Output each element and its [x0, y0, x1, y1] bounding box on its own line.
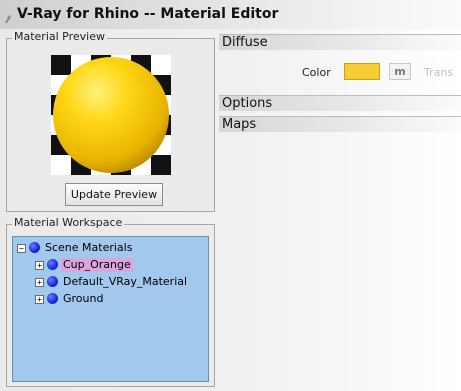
material-preview-label: Material Preview — [12, 30, 108, 43]
tree-node-default-vray-material[interactable]: + Default_VRay_Material — [35, 275, 202, 291]
maps-section-header[interactable]: Maps — [219, 116, 461, 132]
diffuse-color-label: Color — [302, 66, 331, 79]
expand-toggle[interactable]: + — [35, 295, 44, 304]
material-editor-window: V-Ray for Rhino -- Material Editor Mater… — [0, 0, 461, 391]
material-node-icon — [47, 276, 58, 287]
tree-node-label: Scene Materials — [45, 241, 133, 254]
options-section-header[interactable]: Options — [219, 95, 461, 111]
tree-node-label: Default_VRay_Material — [63, 275, 188, 288]
app-icon — [4, 9, 14, 23]
tree-node-cup-orange[interactable]: + Cup_Orange — [35, 258, 202, 274]
tree-node-scene-materials[interactable]: − Scene Materials — [17, 241, 202, 257]
material-workspace-label: Material Workspace — [12, 216, 125, 229]
window-title: V-Ray for Rhino -- Material Editor — [17, 6, 279, 22]
title-bar[interactable]: V-Ray for Rhino -- Material Editor — [0, 0, 461, 29]
update-preview-button[interactable]: Update Preview — [65, 183, 163, 206]
material-tree[interactable]: − Scene Materials + Cup_Orange + Default… — [12, 236, 209, 382]
material-preview-image — [51, 55, 171, 175]
tree-node-label: Cup_Orange — [61, 258, 133, 272]
diffuse-map-button[interactable]: m — [389, 63, 411, 80]
diffuse-color-swatch[interactable] — [344, 63, 380, 80]
material-node-icon — [29, 242, 40, 253]
expand-toggle[interactable]: + — [35, 261, 44, 270]
material-node-icon — [47, 259, 58, 270]
tree-node-label: Ground — [63, 292, 104, 305]
material-preview-group: Material Preview Update Preview — [6, 30, 215, 212]
material-workspace-group: Material Workspace − Scene Materials + C… — [6, 216, 215, 387]
diffuse-section-header[interactable]: Diffuse — [219, 34, 461, 50]
collapse-toggle[interactable]: − — [17, 244, 26, 253]
expand-toggle[interactable]: + — [35, 278, 44, 287]
tree-node-ground[interactable]: + Ground — [35, 292, 202, 308]
material-node-icon — [47, 293, 58, 304]
transparency-label: Trans — [424, 66, 454, 79]
